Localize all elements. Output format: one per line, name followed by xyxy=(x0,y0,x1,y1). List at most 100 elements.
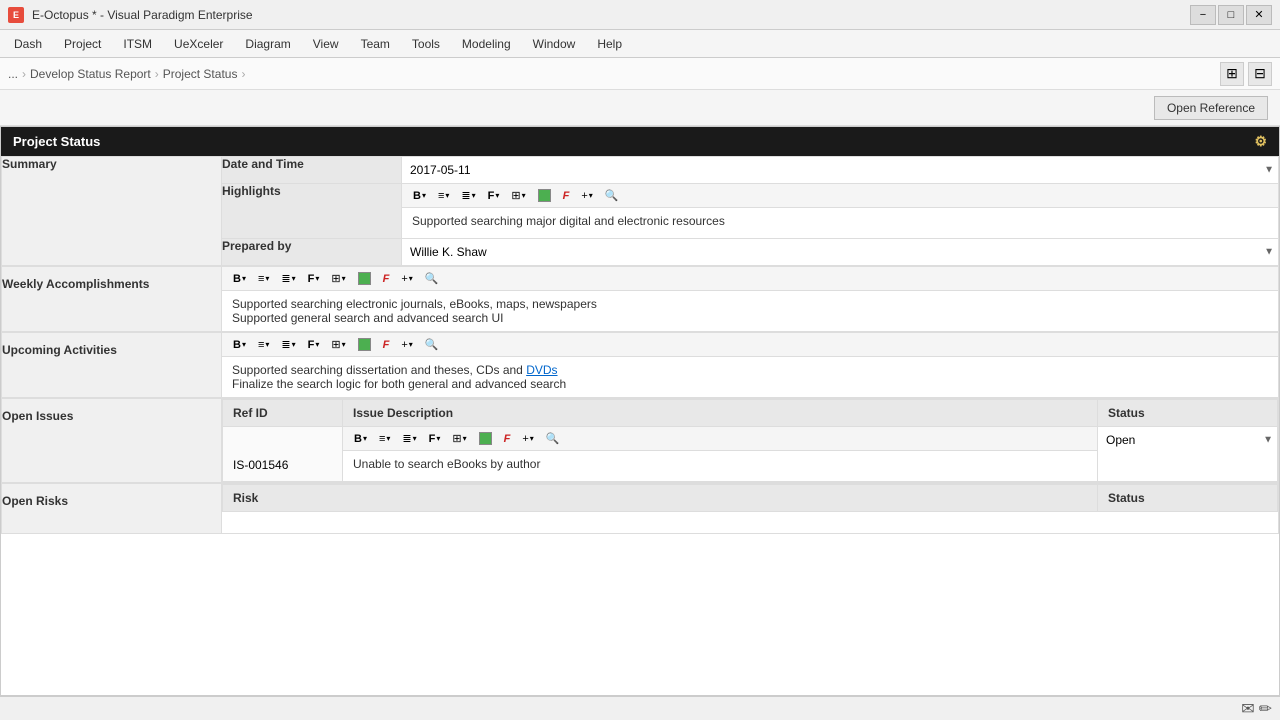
minimize-button[interactable]: − xyxy=(1190,5,1216,25)
close-button[interactable]: ✕ xyxy=(1246,5,1272,25)
breadcrumb: ... › Develop Status Report › Project St… xyxy=(8,67,245,81)
bold-button[interactable]: B▾ xyxy=(408,188,431,204)
weekly-toolbar: B▾ ≡▾ ≣▾ F▾ ⊞▾ F +▾ 🔍 xyxy=(222,267,1278,291)
menu-bar: Dash Project ITSM UeXceler Diagram View … xyxy=(0,30,1280,58)
weekly-add-button[interactable]: +▾ xyxy=(396,271,417,287)
upcoming-italic-button[interactable]: F xyxy=(378,337,395,353)
open-risks-label: Open Risks xyxy=(2,484,222,534)
col-desc-header: Issue Description xyxy=(343,400,1098,427)
issue-font-button[interactable]: F▾ xyxy=(424,431,446,447)
weekly-list-button[interactable]: ≣▾ xyxy=(276,270,300,287)
add-button[interactable]: +▾ xyxy=(576,188,597,204)
upcoming-text[interactable]: Supported searching dissertation and the… xyxy=(222,357,1278,397)
breadcrumb-arrow-2: › xyxy=(155,67,159,81)
main-content: Project Status ⚙ Summary Date and Time 2… xyxy=(0,126,1280,696)
col-risk-status-header: Status xyxy=(1098,485,1278,512)
upcoming-font-button[interactable]: F▾ xyxy=(303,337,325,353)
app-icon: E xyxy=(8,7,24,23)
issue-list-button[interactable]: ≣▾ xyxy=(397,430,421,447)
open-reference-button[interactable]: Open Reference xyxy=(1154,96,1268,120)
italic-red-button[interactable]: F xyxy=(558,188,575,204)
issue-add-button[interactable]: +▾ xyxy=(517,431,538,447)
col-status-header: Status xyxy=(1098,400,1278,427)
issue-ref-0: IS-001546 xyxy=(223,427,343,482)
mail-icon[interactable]: ✉ xyxy=(1241,699,1254,719)
issue-bold-button[interactable]: B▾ xyxy=(349,431,372,447)
weekly-italic-button[interactable]: F xyxy=(378,271,395,287)
prepared-field-row: Willie K. Shaw ▼ xyxy=(402,239,1278,265)
prepared-dropdown-arrow[interactable]: ▼ xyxy=(1264,247,1274,258)
upcoming-add-button[interactable]: +▾ xyxy=(396,337,417,353)
menu-dash[interactable]: Dash xyxy=(4,34,52,54)
font-button[interactable]: F▾ xyxy=(483,188,505,204)
settings-icon[interactable]: ⚙ xyxy=(1254,133,1267,150)
menu-view[interactable]: View xyxy=(303,34,349,54)
breadcrumb-project-status[interactable]: Project Status xyxy=(163,67,238,81)
date-field-row: 2017-05-11 ▼ xyxy=(402,157,1278,183)
align-button[interactable]: ≡▾ xyxy=(433,188,454,204)
weekly-color-button[interactable] xyxy=(353,270,376,287)
upcoming-toolbar: B▾ ≡▾ ≣▾ F▾ ⊞▾ F +▾ 🔍 xyxy=(222,333,1278,357)
weekly-align-button[interactable]: ≡▾ xyxy=(253,271,274,287)
menu-team[interactable]: Team xyxy=(351,34,400,54)
menu-project[interactable]: Project xyxy=(54,34,111,54)
color-green-button[interactable] xyxy=(533,187,556,204)
binoculars-button[interactable]: 🔍 xyxy=(600,187,624,204)
prepared-label: Prepared by xyxy=(222,239,402,266)
menu-window[interactable]: Window xyxy=(523,34,586,54)
date-dropdown-arrow[interactable]: ▼ xyxy=(1264,165,1274,176)
upcoming-align-button[interactable]: ≡▾ xyxy=(253,337,274,353)
weekly-bold-button[interactable]: B▾ xyxy=(228,271,251,287)
upcoming-table-button[interactable]: ⊞▾ xyxy=(326,336,350,353)
issue-desc-text[interactable]: Unable to search eBooks by author xyxy=(343,451,1097,481)
issue-italic-button[interactable]: F xyxy=(499,431,516,447)
section-header: Project Status ⚙ xyxy=(1,127,1279,156)
section-title: Project Status xyxy=(13,134,100,149)
issue-bino-button[interactable]: 🔍 xyxy=(541,430,565,447)
summary-section: Summary Date and Time 2017-05-11 ▼ Highl… xyxy=(1,156,1279,266)
weekly-section: Weekly Accomplishments B▾ ≡▾ ≣▾ F▾ ⊞▾ F … xyxy=(1,266,1279,332)
status-dropdown-arrow[interactable]: ▼ xyxy=(1263,435,1273,446)
window-controls: − □ ✕ xyxy=(1190,5,1272,25)
upcoming-color-button[interactable] xyxy=(353,336,376,353)
upcoming-label: Upcoming Activities xyxy=(2,333,222,398)
breadcrumb-arrow-1: › xyxy=(22,67,26,81)
issues-header-row: Ref ID Issue Description Status xyxy=(223,400,1278,427)
issue-desc-toolbar: B▾ ≡▾ ≣▾ F▾ ⊞▾ F +▾ 🔍 xyxy=(343,427,1097,451)
risks-table: Risk Status xyxy=(222,484,1278,512)
table-insert-button[interactable]: ⊞▾ xyxy=(506,187,530,204)
highlights-label: Highlights xyxy=(222,184,402,239)
menu-help[interactable]: Help xyxy=(587,34,632,54)
breadcrumb-ellipsis[interactable]: ... xyxy=(8,67,18,81)
upcoming-bino-button[interactable]: 🔍 xyxy=(420,336,444,353)
col-ref-header: Ref ID xyxy=(223,400,343,427)
prepared-value: Willie K. Shaw xyxy=(402,239,1278,265)
table-icon[interactable]: ⊞ xyxy=(1220,62,1244,86)
menu-uexceler[interactable]: UeXceler xyxy=(164,34,233,54)
weekly-bino-button[interactable]: 🔍 xyxy=(420,270,444,287)
breadcrumb-icons: ⊞ ⊟ xyxy=(1220,62,1272,86)
list-button[interactable]: ≣▾ xyxy=(456,187,480,204)
status-field-row: Open ▼ xyxy=(1098,427,1277,453)
weekly-table-button[interactable]: ⊞▾ xyxy=(326,270,350,287)
issue-color-button[interactable] xyxy=(474,430,497,447)
highlights-text[interactable]: Supported searching major digital and el… xyxy=(402,208,1278,238)
menu-tools[interactable]: Tools xyxy=(402,34,450,54)
menu-modeling[interactable]: Modeling xyxy=(452,34,521,54)
issue-table-button[interactable]: ⊞▾ xyxy=(447,430,471,447)
upcoming-bold-button[interactable]: B▾ xyxy=(228,337,251,353)
edit-icon[interactable]: ✏ xyxy=(1259,699,1272,719)
grid-icon[interactable]: ⊟ xyxy=(1248,62,1272,86)
menu-diagram[interactable]: Diagram xyxy=(235,34,300,54)
issue-align-button[interactable]: ≡▾ xyxy=(374,431,395,447)
summary-label: Summary xyxy=(2,157,222,266)
risks-header-row: Risk Status xyxy=(223,485,1278,512)
breadcrumb-develop[interactable]: Develop Status Report xyxy=(30,67,151,81)
menu-itsm[interactable]: ITSM xyxy=(113,34,162,54)
highlights-toolbar: B▾ ≡▾ ≣▾ F▾ ⊞▾ F +▾ 🔍 xyxy=(402,184,1278,208)
maximize-button[interactable]: □ xyxy=(1218,5,1244,25)
weekly-font-button[interactable]: F▾ xyxy=(303,271,325,287)
weekly-text[interactable]: Supported searching electronic journals,… xyxy=(222,291,1278,331)
upcoming-list-button[interactable]: ≣▾ xyxy=(276,336,300,353)
breadcrumb-arrow-3: › xyxy=(241,67,245,81)
